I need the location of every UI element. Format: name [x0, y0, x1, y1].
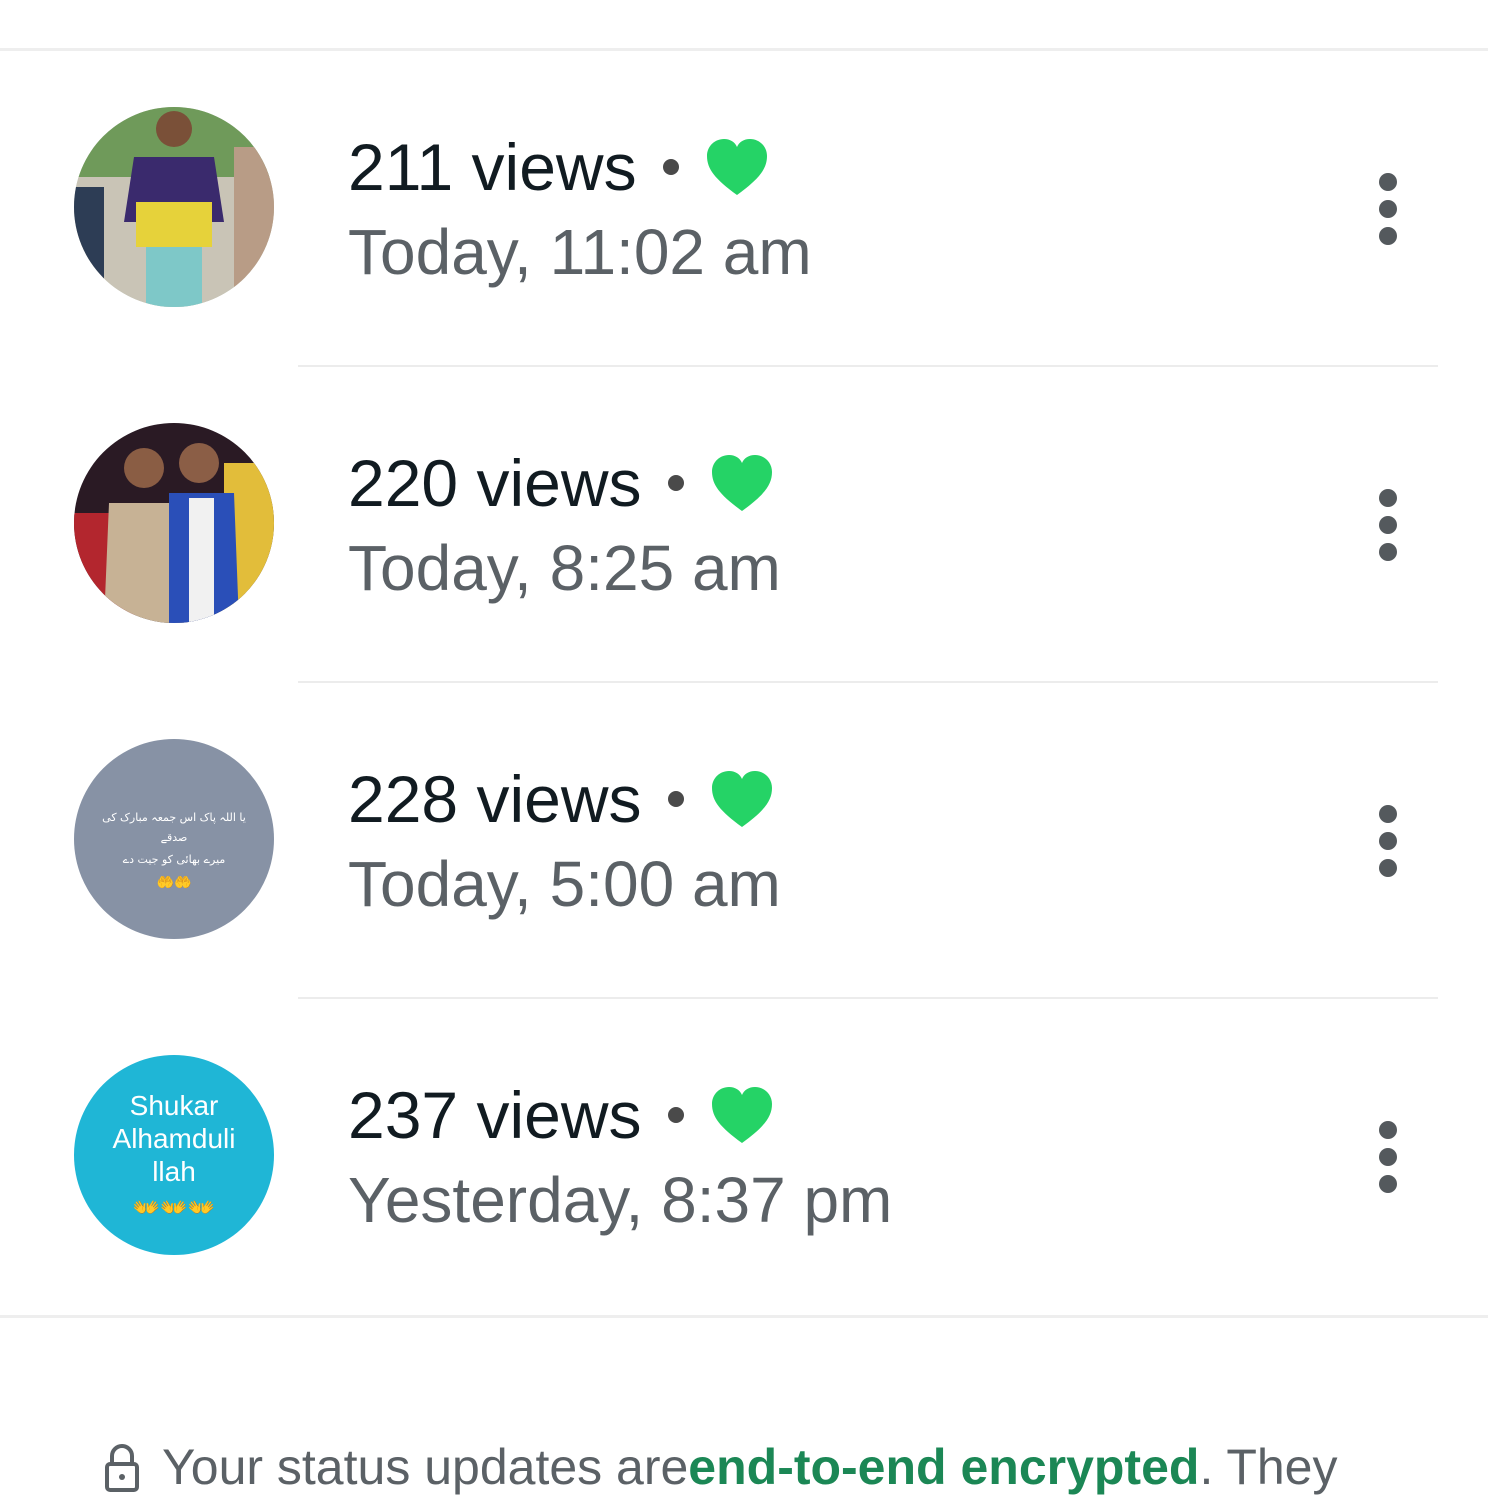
green-heart-icon	[711, 1087, 772, 1143]
thumb-text-line: یا اللہ پاک اس جمعہ مبارک کی	[102, 811, 246, 824]
separator-dot	[667, 475, 684, 491]
separator-dot	[667, 791, 684, 807]
status-time: Today, 8:25 am	[348, 532, 781, 604]
status-row[interactable]: Shukar Alhamduli llah 👐👐👐 237 views Yest…	[0, 999, 1488, 1315]
more-vert-icon	[1379, 173, 1397, 191]
thumbnail-text-status: یا اللہ پاک اس جمعہ مبارک کی صدقے میرے ب…	[74, 739, 274, 939]
views-count: 220 views	[348, 446, 642, 520]
green-heart-icon	[711, 771, 772, 827]
encryption-text: Your status updates are	[162, 1439, 689, 1495]
status-list: 211 views Today, 11:02 am 220 views Toda…	[0, 51, 1488, 1315]
more-vert-icon	[1379, 489, 1397, 507]
status-time: Yesterday, 8:37 pm	[348, 1164, 893, 1236]
more-vert-icon	[1379, 805, 1397, 823]
status-time: Today, 5:00 am	[348, 848, 781, 920]
more-vert-icon	[1379, 1121, 1397, 1139]
thumbnail-text-status: Shukar Alhamduli llah 👐👐👐	[74, 1055, 274, 1255]
views-count: 237 views	[348, 1078, 642, 1152]
thumb-text-line: صدقے	[161, 831, 188, 844]
more-options-button[interactable]	[1364, 1117, 1412, 1197]
views-line: 211 views	[348, 127, 769, 207]
status-row[interactable]: یا اللہ پاک اس جمعہ مبارک کی صدقے میرے ب…	[0, 683, 1488, 999]
thumb-text-line: میرے بھائی کو جیت دے	[123, 853, 226, 866]
separator-dot	[662, 159, 679, 175]
status-thumbnail[interactable]: Shukar Alhamduli llah 👐👐👐	[74, 1055, 274, 1255]
more-options-button[interactable]	[1364, 169, 1412, 249]
thumbnail-photo	[74, 423, 274, 623]
thumb-text-line: Alhamduli	[113, 1123, 236, 1154]
views-line: 228 views	[348, 759, 774, 839]
status-thumbnail[interactable]	[74, 423, 274, 623]
thumbnail-photo	[74, 107, 274, 307]
top-area	[0, 0, 1488, 51]
lock-icon	[105, 1444, 139, 1492]
status-row[interactable]: 220 views Today, 8:25 am	[0, 367, 1488, 683]
encryption-text-after: . They	[1199, 1439, 1338, 1495]
green-heart-icon	[706, 139, 767, 195]
green-heart-icon	[711, 455, 772, 511]
separator-dot	[667, 1107, 684, 1123]
status-row[interactable]: 211 views Today, 11:02 am	[0, 51, 1488, 367]
thumb-text-line: llah	[152, 1156, 196, 1187]
thumb-text-line: Shukar	[130, 1090, 219, 1121]
views-count: 228 views	[348, 762, 642, 836]
encryption-link[interactable]: end-to-end encrypted	[688, 1438, 1199, 1496]
status-time: Today, 11:02 am	[348, 216, 812, 288]
section-divider	[0, 1315, 1488, 1318]
status-thumbnail[interactable]: یا اللہ پاک اس جمعہ مبارک کی صدقے میرے ب…	[74, 739, 274, 939]
status-thumbnail[interactable]	[74, 107, 274, 307]
views-count: 211 views	[348, 130, 637, 204]
more-options-button[interactable]	[1364, 485, 1412, 565]
more-options-button[interactable]	[1364, 801, 1412, 881]
thumb-text-line: 🤲🤲	[157, 875, 192, 891]
views-line: 220 views	[348, 443, 774, 523]
thumb-text-line: 👐👐👐	[133, 1196, 215, 1221]
views-line: 237 views	[348, 1075, 774, 1155]
encryption-notice: Your status updates are end-to-end encry…	[104, 1438, 1337, 1496]
